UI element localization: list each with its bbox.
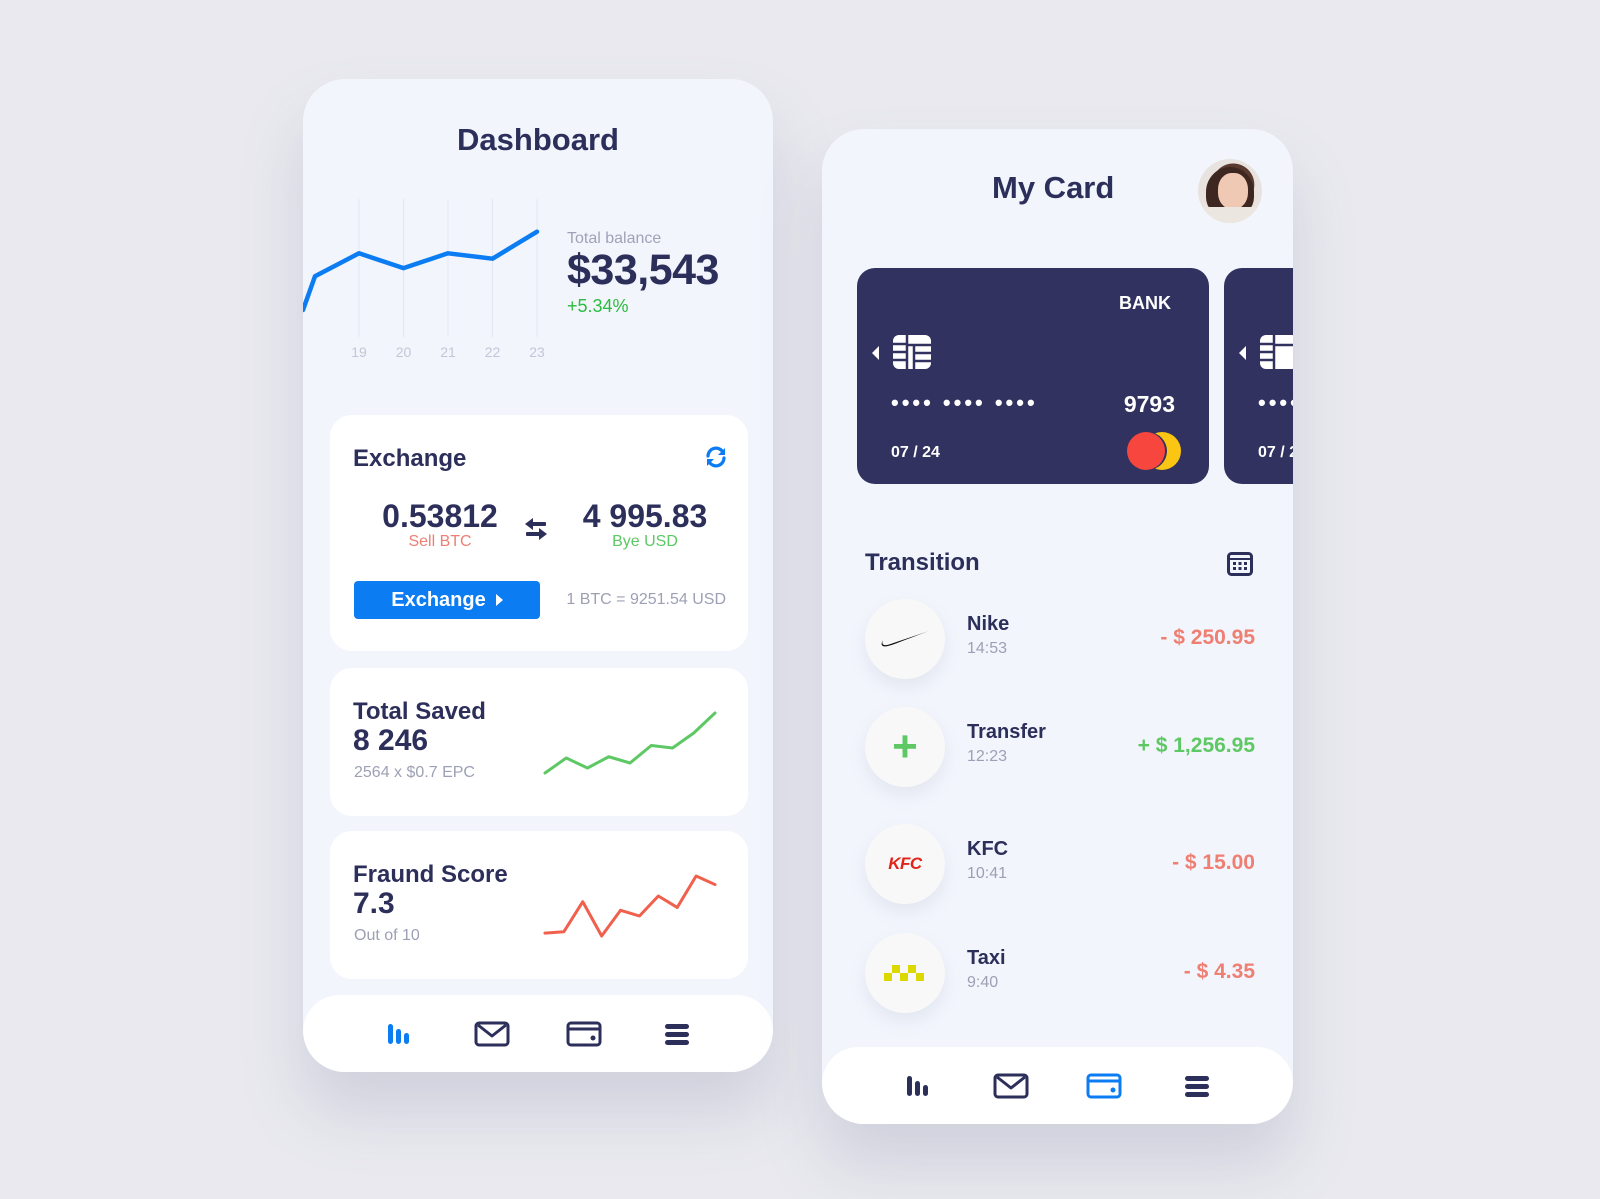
x-tick-label: 21 xyxy=(440,344,456,360)
x-tick-label: 23 xyxy=(529,344,545,360)
avatar[interactable] xyxy=(1198,159,1262,223)
total-saved-sparkline xyxy=(543,711,717,775)
fraud-score-sparkline xyxy=(543,874,717,938)
card-number-masked: •••• •••• •••• xyxy=(1258,390,1293,415)
x-tick-label: 20 xyxy=(396,344,412,360)
taxi-logo-icon xyxy=(865,933,945,1013)
chip-icon xyxy=(893,335,931,369)
buy-column: 4 995.83 Bye USD xyxy=(565,499,725,551)
transaction-row[interactable]: Taxi 9:40 - $ 4.35 xyxy=(865,933,1255,1013)
sell-value[interactable]: 0.53812 xyxy=(360,499,520,533)
nav-menu[interactable] xyxy=(655,1012,699,1056)
wallet-icon xyxy=(566,1021,602,1046)
card-expiry: 07 / 24 xyxy=(1258,444,1293,461)
refresh-icon[interactable] xyxy=(704,445,728,469)
buy-value[interactable]: 4 995.83 xyxy=(565,499,725,533)
page-title: Dashboard xyxy=(457,122,619,157)
fraud-score-card[interactable]: Fraund Score 7.3 Out of 10 xyxy=(330,831,748,979)
nav-mail[interactable] xyxy=(989,1064,1033,1108)
exchange-button[interactable]: Exchange xyxy=(354,581,540,619)
x-tick-label: 22 xyxy=(485,344,501,360)
mail-icon xyxy=(474,1021,510,1046)
exchange-title: Exchange xyxy=(353,445,467,472)
fraud-score-subtitle: Out of 10 xyxy=(354,927,420,944)
transaction-time: 10:41 xyxy=(967,865,1008,882)
balance-chart: 19 20 21 22 23 xyxy=(303,199,545,360)
nfc-arrow-icon xyxy=(1239,346,1246,360)
total-saved-subtitle: 2564 x $0.7 EPC xyxy=(354,764,475,781)
balance-change: +5.34% xyxy=(567,296,629,316)
bottom-nav xyxy=(303,995,773,1072)
nav-stats[interactable] xyxy=(896,1064,940,1108)
exchange-button-label: Exchange xyxy=(391,588,486,611)
transaction-amount: - $ 250.95 xyxy=(1160,626,1255,649)
menu-icon xyxy=(1184,1075,1209,1097)
wallet-icon xyxy=(1086,1073,1122,1098)
transaction-amount: - $ 4.35 xyxy=(1183,960,1255,983)
sell-label: Sell BTC xyxy=(408,533,472,550)
transaction-time: 9:40 xyxy=(967,974,999,991)
card-number-masked: •••• •••• •••• xyxy=(891,390,1038,415)
sparkline-path xyxy=(543,711,717,775)
fraud-score-title: Fraund Score xyxy=(353,861,508,888)
nfc-arrow-icon xyxy=(872,346,879,360)
total-saved-value: 8 246 xyxy=(353,724,429,757)
bank-card-next[interactable]: •••• •••• •••• 07 / 24 xyxy=(1224,268,1293,484)
buy-label: Bye USD xyxy=(612,533,678,550)
card-expiry: 07 / 24 xyxy=(891,444,940,461)
balance-summary: Total balance $33,543 +5.34% xyxy=(567,230,719,317)
chip-icon xyxy=(1260,335,1293,369)
avatar-face xyxy=(1218,173,1248,209)
calendar-icon[interactable] xyxy=(1227,552,1253,576)
transaction-amount: - $ 15.00 xyxy=(1172,851,1255,874)
nav-menu[interactable] xyxy=(1175,1064,1219,1108)
bank-name: BANK xyxy=(1119,293,1171,313)
bar-chart-icon xyxy=(388,1023,410,1044)
balance-value: $33,543 xyxy=(567,246,719,294)
nike-logo-icon xyxy=(865,599,945,679)
dashboard-screen: Dashboard 19 20 21 22 23 Total balance $33,5… xyxy=(303,79,773,1072)
transaction-name: Nike xyxy=(967,613,1010,635)
nav-stats[interactable] xyxy=(377,1012,421,1056)
exchange-rate: 1 BTC = 9251.54 USD xyxy=(566,591,726,608)
transaction-name: Transfer xyxy=(967,721,1046,743)
transaction-row[interactable]: + Transfer 12:23 + $ 1,256.95 xyxy=(865,707,1255,787)
transactions-title: Transition xyxy=(865,549,980,576)
swap-icon[interactable] xyxy=(525,515,547,543)
fraud-score-value: 7.3 xyxy=(353,887,395,920)
total-saved-card[interactable]: Total Saved 8 246 2564 x $0.7 EPC xyxy=(330,668,748,816)
my-card-screen: My Card BANK •••• •••• •••• 9793 07 / 24 xyxy=(822,129,1293,1124)
transaction-row[interactable]: Nike 14:53 - $ 250.95 xyxy=(865,599,1255,679)
mail-icon xyxy=(993,1073,1029,1098)
transaction-time: 12:23 xyxy=(967,748,1008,765)
play-arrow-icon xyxy=(495,594,503,606)
x-tick-label: 19 xyxy=(351,344,367,360)
avatar-shirt xyxy=(1198,207,1262,223)
sell-column: 0.53812 Sell BTC xyxy=(360,499,520,551)
plus-icon: + xyxy=(865,707,945,787)
menu-icon xyxy=(664,1023,689,1045)
balance-line xyxy=(303,229,540,313)
transaction-name: Taxi xyxy=(967,947,1006,969)
transaction-amount: + $ 1,256.95 xyxy=(1137,734,1255,757)
page-title: My Card xyxy=(992,170,1115,205)
bottom-nav xyxy=(822,1047,1293,1124)
nav-mail[interactable] xyxy=(470,1012,514,1056)
nav-wallet[interactable] xyxy=(1082,1064,1126,1108)
transaction-time: 14:53 xyxy=(967,640,1008,657)
transaction-row[interactable]: KFC KFC 10:41 - $ 15.00 xyxy=(865,824,1255,904)
kfc-logo-icon: KFC xyxy=(865,824,945,904)
nav-wallet[interactable] xyxy=(562,1012,606,1056)
bar-chart-icon xyxy=(907,1075,929,1096)
mastercard-icon xyxy=(1127,432,1181,470)
bank-card[interactable]: BANK •••• •••• •••• 9793 07 / 24 xyxy=(857,268,1209,484)
total-saved-title: Total Saved xyxy=(353,698,486,725)
card-last4: 9793 xyxy=(1123,391,1175,417)
exchange-card: Exchange 0.53812 Sell BTC 4 995.83 Bye U… xyxy=(330,415,748,651)
sparkline-path xyxy=(543,874,717,938)
transaction-name: KFC xyxy=(967,838,1009,860)
